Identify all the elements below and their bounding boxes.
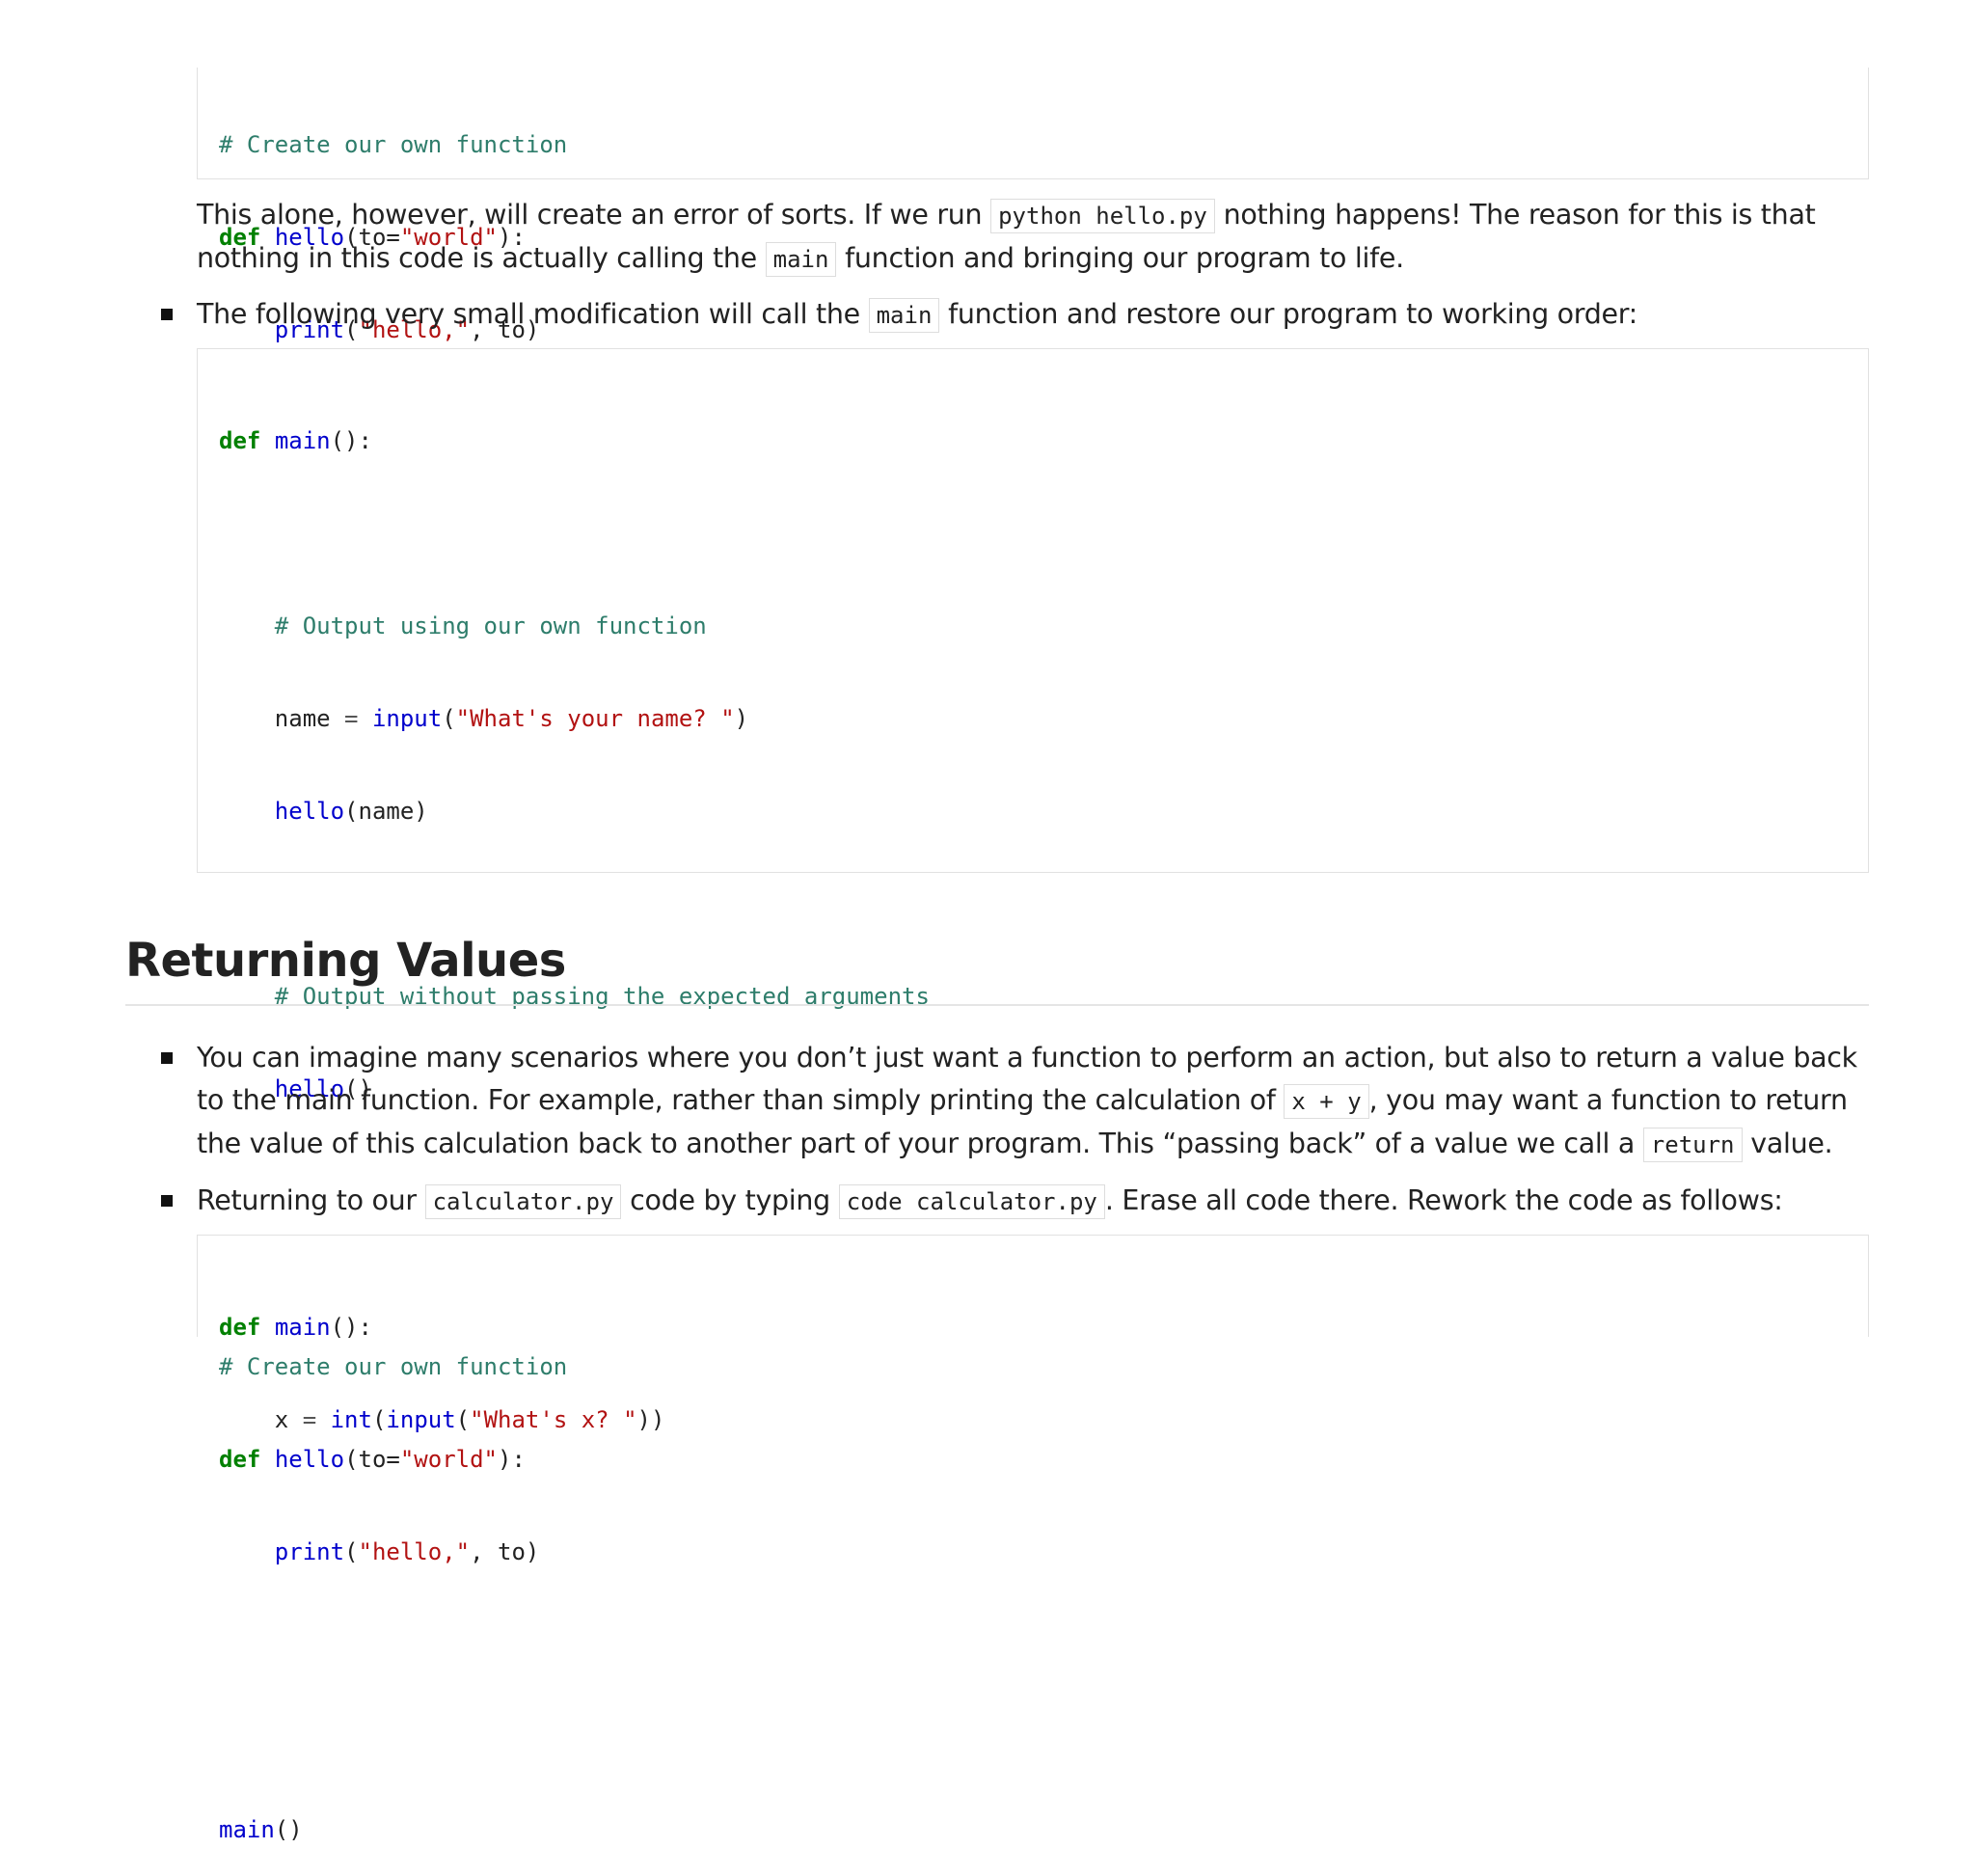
code-line: def main(): [198,425,1868,456]
code-function-name: input [386,1406,456,1433]
code-line: def main(): [198,1312,1868,1343]
code-line: x = int(input("What's x? ")) [198,1404,1868,1435]
code-text: name [274,705,331,732]
code-line: main() [198,1814,1868,1845]
code-string: "hello," [358,1538,471,1565]
code-string: "world" [399,1446,499,1473]
code-line: # Create our own function [198,129,1868,160]
code-text: ( [455,1406,471,1433]
code-block-hello: # Create our own function def hello(to="… [197,68,1869,343]
bullet-item: You can imagine many scenarios where you… [197,1037,1875,1166]
code-keyword: def [219,1446,261,1473]
bullet-item: The following very small modification wi… [197,293,1875,337]
inline-code: main [868,298,940,333]
paragraph-text: This alone, however, will create an erro… [197,199,991,231]
code-text: () [274,1816,303,1843]
bullet-marker [161,1195,173,1207]
code-line: name = input("What's your name? ") [198,703,1868,734]
bullet-item: Returning to our calculator.py code by t… [197,1180,1875,1223]
bullet-text: Returning to our [197,1184,425,1216]
code-text: ( [344,1538,359,1565]
heading-divider [125,1004,1869,1006]
code-operator: = [288,1406,331,1433]
code-function-name: main [219,1816,275,1843]
code-text: ( [371,1406,387,1433]
inline-code: return [1642,1128,1743,1162]
code-function-name: hello [274,1446,345,1473]
bullet-marker [161,1052,173,1064]
bullet-text: code by typing [621,1184,839,1216]
code-function-name: print [274,1538,345,1565]
code-text: , to) [470,1538,540,1565]
code-block-calculator: def main(): x = int(input("What's x? ")) [197,1235,1869,1433]
code-function-name: main [274,427,331,454]
code-line: hello(name) [198,796,1868,827]
code-function-name: input [371,705,443,732]
paragraph: This alone, however, will create an erro… [197,194,1875,281]
code-text: ): [498,1446,526,1473]
section-heading: Returning Values [125,934,566,988]
code-line: print("hello,", to) [198,1536,1868,1567]
code-keyword: def [219,427,261,454]
code-keyword: def [219,1314,261,1341]
inline-code: calculator.py [424,1184,622,1219]
code-text: )) [636,1406,665,1433]
code-comment: # Create our own function [219,131,568,158]
paragraph-text: function and bringing our program to lif… [836,242,1404,274]
inline-code: code calculator.py [838,1184,1105,1219]
code-function-name: hello [274,798,345,825]
inline-code: x + y [1284,1084,1369,1119]
code-text: (name) [344,798,428,825]
code-line: # Output using our own function [198,611,1868,641]
code-text: x [274,1406,289,1433]
bullet-text: function and restore our program to work… [939,298,1637,330]
code-operator: = [330,705,372,732]
bullet-marker [161,309,173,320]
code-function-name: main [274,1314,331,1341]
code-text: ) [734,705,749,732]
inline-code: python hello.py [990,199,1215,233]
code-text: (): [330,1314,372,1341]
code-string: "What's your name? " [455,705,735,732]
code-block-main: def main(): # Output using our own funct… [197,348,1869,1843]
inline-code: main [765,242,837,277]
code-line: def hello(to="world"): [198,1444,1868,1475]
code-text: ( [442,705,456,732]
code-comment: # Output using our own function [274,612,707,639]
code-text: (to= [344,1446,400,1473]
bullet-text: The following very small modification wi… [197,298,869,330]
bullet-text: value. [1742,1128,1833,1159]
code-text: (): [330,427,372,454]
code-string: "What's x? " [470,1406,637,1433]
code-function-name: int [330,1406,372,1433]
bullet-text: . Erase all code there. Rework the code … [1104,1184,1783,1216]
